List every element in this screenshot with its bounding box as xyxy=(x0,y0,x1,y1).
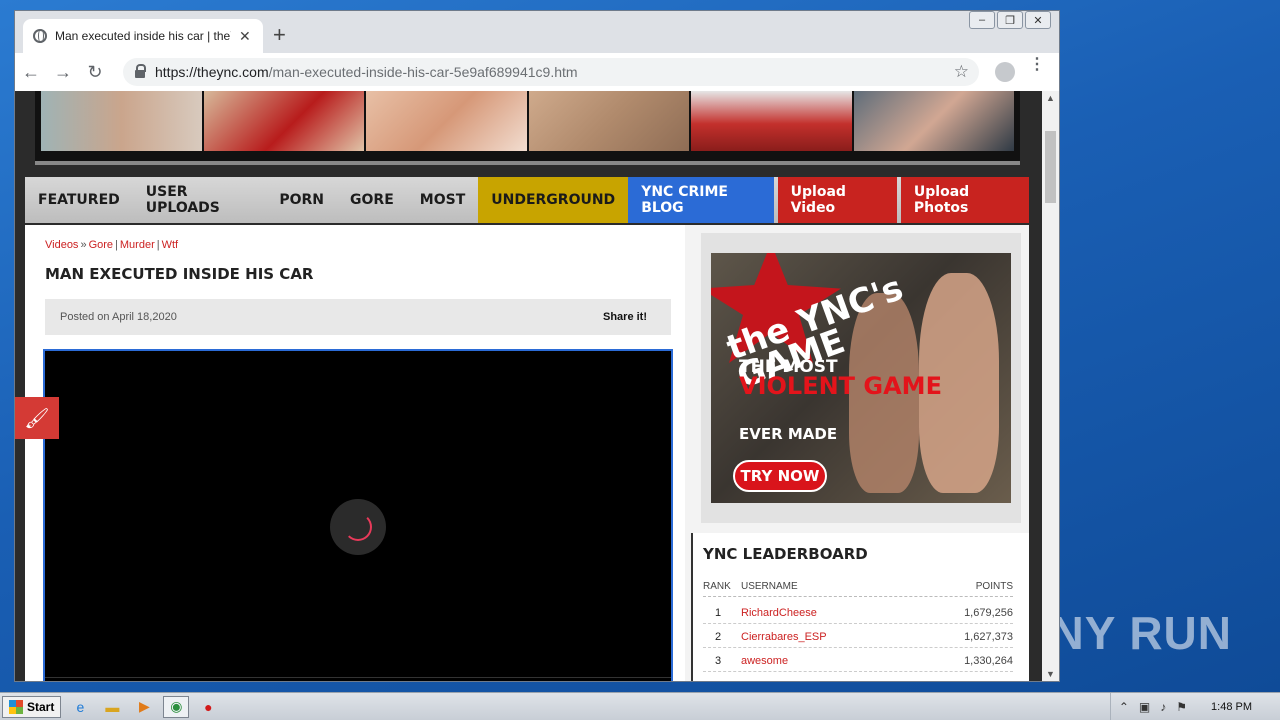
new-tab-button[interactable]: + xyxy=(273,23,286,47)
video-thumbnail[interactable] xyxy=(528,91,689,151)
volume-icon[interactable]: ♪ xyxy=(1160,700,1166,714)
tray-expand-icon[interactable]: ⌃ xyxy=(1119,700,1129,714)
lock-icon xyxy=(135,64,146,78)
address-bar[interactable]: https://theync.com/man-executed-inside-h… xyxy=(123,58,979,86)
nav-gore[interactable]: GORE xyxy=(337,177,407,223)
share-button[interactable]: Share it! xyxy=(603,311,647,323)
leaderboard-username[interactable]: Cierrabares_ESP xyxy=(741,631,933,643)
ad-container: the YNC's GAME THE MOST VIOLENT GAME EVE… xyxy=(701,233,1021,523)
media-player-icon[interactable]: ▶ xyxy=(131,696,157,718)
maximize-button[interactable]: ❐ xyxy=(997,11,1023,29)
windows-taskbar: Start e ▬ ▶ ◉ ● ⌃ ▣ ♪ ⚑ 1:48 PM xyxy=(0,692,1280,720)
game-ad-banner[interactable]: the YNC's GAME THE MOST VIOLENT GAME EVE… xyxy=(711,253,1011,503)
upload-photos-button[interactable]: Upload Photos xyxy=(900,177,1029,223)
globe-icon xyxy=(33,29,47,43)
nav-user-uploads[interactable]: USER UPLOADS xyxy=(133,177,267,223)
nav-crime-blog[interactable]: YNC CRIME BLOG xyxy=(628,177,774,223)
page-viewport: FEATURED USER UPLOADS PORN GORE MOST UND… xyxy=(15,91,1043,681)
breadcrumb: Videos» Gore | Murder | Wtf xyxy=(45,239,179,251)
ad-headline-red: VIOLENT GAME xyxy=(739,372,942,400)
video-thumbnail[interactable] xyxy=(853,91,1014,151)
nav-most[interactable]: MOST xyxy=(407,177,478,223)
explorer-folder-icon[interactable]: ▬ xyxy=(99,696,125,718)
start-button[interactable]: Start xyxy=(2,695,62,718)
taskbar-clock[interactable]: 1:48 PM xyxy=(1211,701,1252,713)
nav-porn[interactable]: PORN xyxy=(266,177,337,223)
video-player[interactable] xyxy=(43,349,673,681)
breadcrumb-videos[interactable]: Videos xyxy=(45,239,78,251)
video-thumbnail[interactable] xyxy=(203,91,364,151)
main-pane: Videos» Gore | Murder | Wtf MAN EXECUTED INSI… xyxy=(25,225,685,681)
leaderboard-username[interactable]: RichardCheese xyxy=(741,607,933,619)
scroll-up-icon[interactable]: ▲ xyxy=(1046,93,1055,103)
browser-menu-icon[interactable]: ⋮ xyxy=(1029,57,1045,73)
leaderboard-header: RANK USERNAME POINTS xyxy=(703,581,1013,597)
leaderboard-row: 1 RichardCheese 1,679,256 xyxy=(703,603,1013,624)
paintbrush-icon[interactable]: 🖌 xyxy=(15,397,59,439)
profile-avatar-icon[interactable] xyxy=(995,62,1015,82)
page-content: Videos» Gore | Murder | Wtf MAN EXECUTED INSI… xyxy=(25,225,1029,681)
video-thumbnail[interactable] xyxy=(366,91,527,151)
video-thumbnail[interactable] xyxy=(41,91,202,151)
site-navbar: FEATURED USER UPLOADS PORN GORE MOST UND… xyxy=(25,177,1029,223)
browser-window: Man executed inside his car | theYNC ✕ +… xyxy=(14,10,1060,682)
minimize-button[interactable]: – xyxy=(969,11,995,29)
breadcrumb-murder[interactable]: Murder xyxy=(120,239,155,251)
system-tray: ⌃ ▣ ♪ ⚑ 1:48 PM xyxy=(1109,693,1280,720)
bookmark-star-icon[interactable]: ☆ xyxy=(954,62,969,82)
breadcrumb-wtf[interactable]: Wtf xyxy=(162,239,179,251)
browser-tab[interactable]: Man executed inside his car | theYNC ✕ xyxy=(23,19,263,53)
network-icon[interactable]: ▣ xyxy=(1139,700,1150,714)
reload-button[interactable]: ↻ xyxy=(79,62,111,83)
leaderboard-title: YNC LEADERBOARD xyxy=(703,545,868,563)
ie-icon[interactable]: e xyxy=(67,696,93,718)
leaderboard-row: 2 Cierrabares_ESP 1,627,373 xyxy=(703,627,1013,648)
url-text: https://theync.com/man-executed-inside-h… xyxy=(155,64,578,80)
ad-try-now-button[interactable]: TRY NOW xyxy=(733,460,827,492)
forward-button[interactable]: → xyxy=(47,62,79,83)
page-title: MAN EXECUTED INSIDE HIS CAR xyxy=(45,265,314,283)
nav-featured[interactable]: FEATURED xyxy=(25,177,133,223)
posted-date: Posted on April 18,2020 xyxy=(60,311,177,323)
upload-video-button[interactable]: Upload Video xyxy=(777,177,897,223)
browser-toolbar: ← → ↻ https://theync.com/man-executed-in… xyxy=(15,53,1059,91)
breadcrumb-gore[interactable]: Gore xyxy=(89,239,113,251)
close-window-button[interactable]: ✕ xyxy=(1025,11,1051,29)
close-tab-icon[interactable]: ✕ xyxy=(239,28,251,45)
action-center-flag-icon[interactable]: ⚑ xyxy=(1176,700,1187,714)
nav-underground[interactable]: UNDERGROUND xyxy=(478,177,629,223)
leaderboard-row: 3 awesome 1,330,264 xyxy=(703,651,1013,672)
back-button[interactable]: ← xyxy=(15,62,47,83)
sidebar: the YNC's GAME THE MOST VIOLENT GAME EVE… xyxy=(691,225,1029,681)
scrollbar-thumb[interactable] xyxy=(1045,131,1056,203)
leaderboard-username[interactable]: awesome xyxy=(741,655,933,667)
tab-strip: Man executed inside his car | theYNC ✕ +… xyxy=(15,11,1059,53)
leaderboard: YNC LEADERBOARD RANK USERNAME POINTS 1 R… xyxy=(691,533,1029,681)
video-thumbnail[interactable] xyxy=(691,91,852,151)
scroll-down-icon[interactable]: ▼ xyxy=(1046,669,1055,679)
window-controls: – ❐ ✕ xyxy=(969,11,1051,29)
opera-icon[interactable]: ● xyxy=(195,696,221,718)
player-controls[interactable] xyxy=(45,677,671,681)
windows-logo-icon xyxy=(9,699,23,714)
loading-spinner-icon xyxy=(330,499,386,555)
tab-title: Man executed inside his car | theYNC xyxy=(55,29,231,43)
thumbnail-strip xyxy=(35,91,1020,165)
post-meta-bar: Posted on April 18,2020 Share it! xyxy=(45,299,671,335)
chrome-icon[interactable]: ◉ xyxy=(163,695,190,718)
ad-subline: EVER MADE xyxy=(739,425,838,443)
vertical-scrollbar[interactable]: ▲ ▼ xyxy=(1042,91,1059,681)
